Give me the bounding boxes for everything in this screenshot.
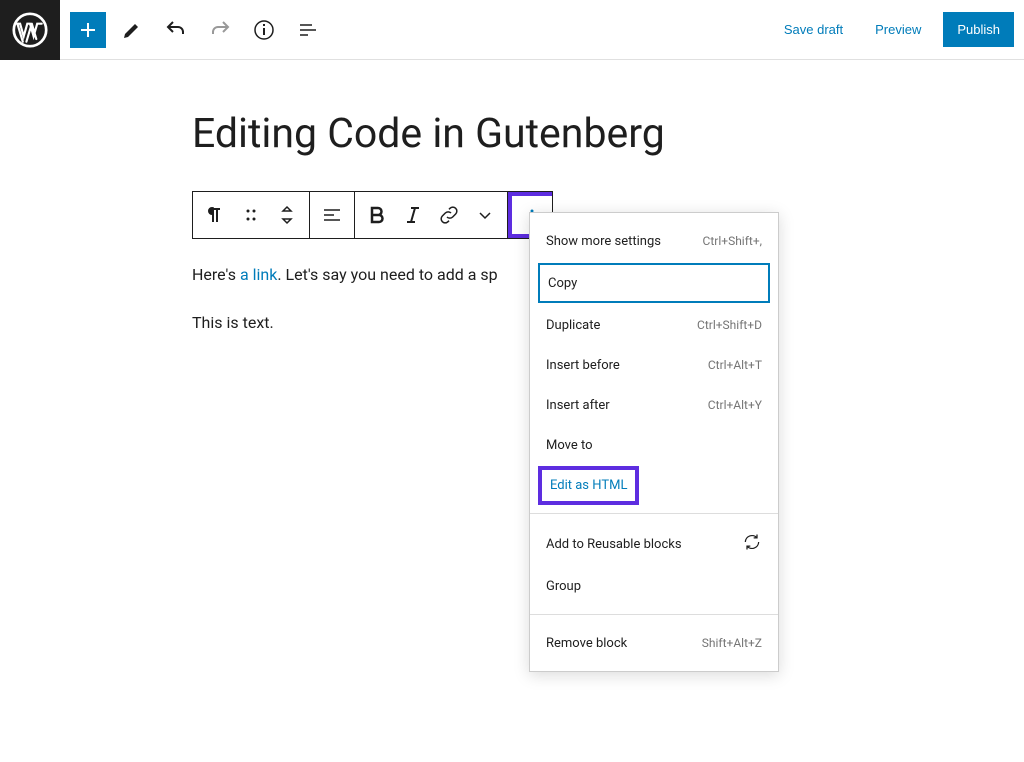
chevron-down-icon[interactable] <box>467 196 503 234</box>
menu-shortcut: Ctrl+Alt+T <box>708 358 762 372</box>
content-link[interactable]: a link <box>240 265 277 284</box>
menu-show-more-settings[interactable]: Show more settings Ctrl+Shift+, <box>530 221 778 261</box>
menu-label: Insert after <box>546 398 610 413</box>
menu-group[interactable]: Group <box>530 566 778 606</box>
italic-icon[interactable] <box>395 196 431 234</box>
reusable-icon <box>742 532 762 556</box>
bold-icon[interactable] <box>359 196 395 234</box>
menu-label: Add to Reusable blocks <box>546 537 682 552</box>
menu-copy[interactable]: Copy <box>538 263 770 303</box>
list-view-icon[interactable] <box>290 12 326 48</box>
menu-label: Duplicate <box>546 318 600 333</box>
block-options-menu: Show more settings Ctrl+Shift+, Copy Dup… <box>529 212 779 672</box>
menu-move-to[interactable]: Move to <box>530 425 778 465</box>
menu-duplicate[interactable]: Duplicate Ctrl+Shift+D <box>530 305 778 345</box>
menu-label: Insert before <box>546 358 620 373</box>
menu-label: Edit as HTML <box>550 478 627 493</box>
editor-content: Editing Code in Gutenberg Here's a link.… <box>192 60 832 335</box>
menu-insert-before[interactable]: Insert before Ctrl+Alt+T <box>530 345 778 385</box>
add-block-button[interactable] <box>70 12 106 48</box>
save-draft-button[interactable]: Save draft <box>774 14 853 45</box>
move-up-down-icon[interactable] <box>269 196 305 234</box>
menu-label: Move to <box>546 438 593 453</box>
menu-shortcut: Ctrl+Shift+, <box>703 234 762 248</box>
toolbar-left <box>60 12 336 48</box>
post-title[interactable]: Editing Code in Gutenberg <box>192 110 832 159</box>
drag-handle-icon[interactable] <box>233 196 269 234</box>
menu-remove-block[interactable]: Remove block Shift+Alt+Z <box>530 623 778 663</box>
menu-shortcut: Ctrl+Shift+D <box>697 318 762 332</box>
text: Here's <box>192 265 240 284</box>
align-icon[interactable] <box>314 196 350 234</box>
block-toolbar <box>192 191 553 239</box>
menu-label: Remove block <box>546 636 627 651</box>
text: . Let's say you need to add a sp <box>277 265 497 284</box>
paragraph-block-icon[interactable] <box>197 196 233 234</box>
menu-shortcut: Ctrl+Alt+Y <box>708 398 762 412</box>
wordpress-logo[interactable] <box>0 0 60 60</box>
link-icon[interactable] <box>431 196 467 234</box>
header-actions: Save draft Preview Publish <box>774 12 1024 47</box>
undo-icon[interactable] <box>158 12 194 48</box>
menu-add-to-reusable[interactable]: Add to Reusable blocks <box>530 522 778 566</box>
edit-icon[interactable] <box>114 12 150 48</box>
preview-button[interactable]: Preview <box>865 14 931 45</box>
editor-header: Save draft Preview Publish <box>0 0 1024 60</box>
menu-label: Show more settings <box>546 234 661 249</box>
menu-insert-after[interactable]: Insert after Ctrl+Alt+Y <box>530 385 778 425</box>
menu-label: Group <box>546 579 581 594</box>
info-icon[interactable] <box>246 12 282 48</box>
redo-icon[interactable] <box>202 12 238 48</box>
menu-shortcut: Shift+Alt+Z <box>702 636 762 650</box>
publish-button[interactable]: Publish <box>943 12 1014 47</box>
menu-edit-as-html[interactable]: Edit as HTML <box>530 465 778 505</box>
menu-label: Copy <box>548 276 577 291</box>
